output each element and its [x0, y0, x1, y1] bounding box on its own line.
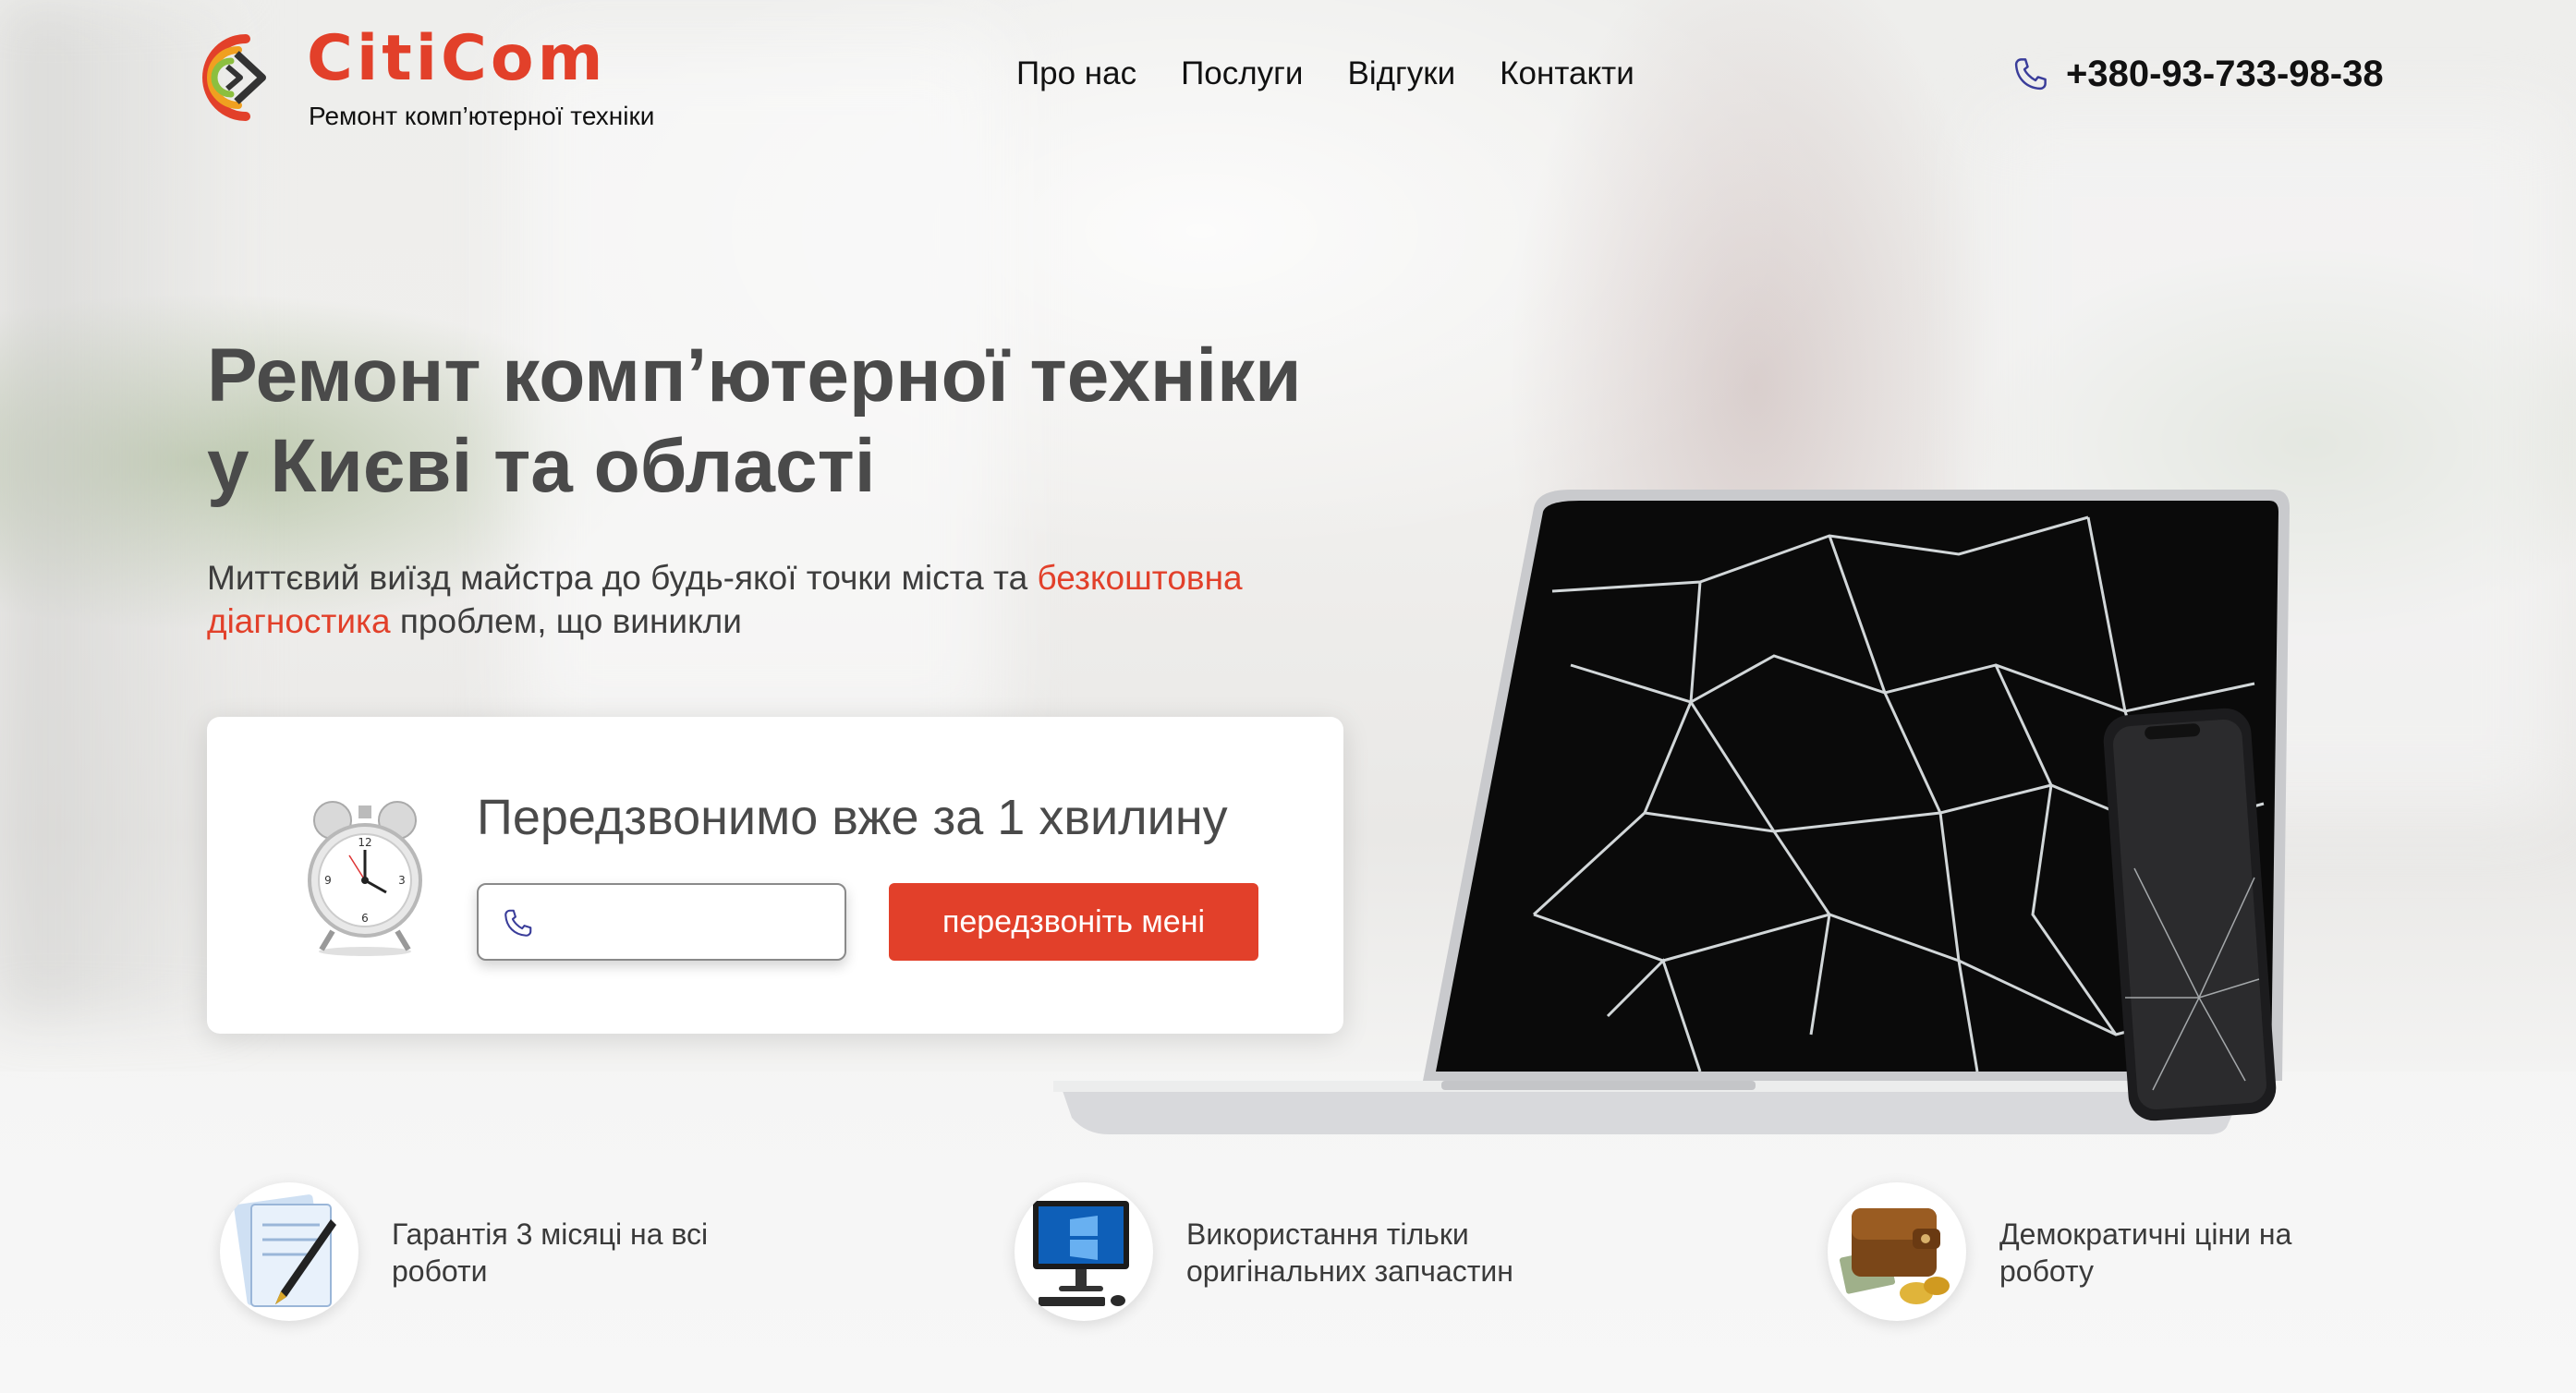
svg-text:3: 3 — [398, 874, 406, 887]
hero-subtitle-part2: проблем, що виникли — [390, 602, 742, 640]
header-phone[interactable]: +380-93-733-98-38 — [2011, 54, 2384, 95]
brand-tagline: Ремонт комп’ютерної техніки — [309, 102, 655, 130]
citicom-logo-icon — [202, 34, 266, 121]
feature-prices: Демократичні ціни на роботу — [1828, 1182, 2351, 1321]
header-phone-number: +380-93-733-98-38 — [2066, 54, 2384, 94]
main-nav: Про нас Послуги Відгуки Контакти — [1016, 55, 1634, 92]
callback-phone-field[interactable] — [477, 883, 846, 961]
phone-icon — [2014, 57, 2047, 90]
hero-title-line1: Ремонт комп’ютерної техніки — [207, 333, 1302, 418]
feature-prices-text: Демократичні ціни на роботу — [1999, 1217, 2292, 1288]
wallet-coins-icon — [1828, 1182, 1966, 1321]
feature-original-parts-text: Використання тільки оригінальних запчаст… — [1186, 1217, 1513, 1288]
feature-warranty: Гарантія 3 місяці на всі роботи — [220, 1182, 743, 1321]
svg-text:6: 6 — [361, 912, 369, 925]
feature-original-parts: Використання тільки оригінальних запчаст… — [1015, 1182, 1537, 1321]
nav-item-about[interactable]: Про нас — [1016, 55, 1136, 92]
nav-item-contacts[interactable]: Контакти — [1500, 55, 1634, 92]
alarm-clock-icon: 12 3 6 9 — [308, 801, 422, 956]
svg-text:12: 12 — [358, 836, 371, 849]
brand-name: CitiCom — [307, 22, 607, 95]
svg-text:9: 9 — [324, 874, 332, 887]
brand-logo[interactable]: CitiCom Ремонт комп’ютерної техніки — [181, 22, 699, 133]
callback-phone-input[interactable] — [549, 894, 826, 950]
hero-title-line2: у Києві та області — [207, 424, 876, 508]
document-pen-icon — [220, 1182, 358, 1321]
desktop-computer-icon — [1015, 1182, 1153, 1321]
broken-devices-illustration — [1053, 490, 2290, 1134]
nav-item-services[interactable]: Послуги — [1181, 55, 1303, 92]
feature-warranty-text: Гарантія 3 місяці на всі роботи — [392, 1217, 709, 1288]
nav-item-reviews[interactable]: Відгуки — [1347, 55, 1455, 92]
phone-icon — [504, 909, 532, 937]
hero-subtitle-part1: Миттєвий виїзд майстра до будь-якої точк… — [207, 559, 1038, 597]
